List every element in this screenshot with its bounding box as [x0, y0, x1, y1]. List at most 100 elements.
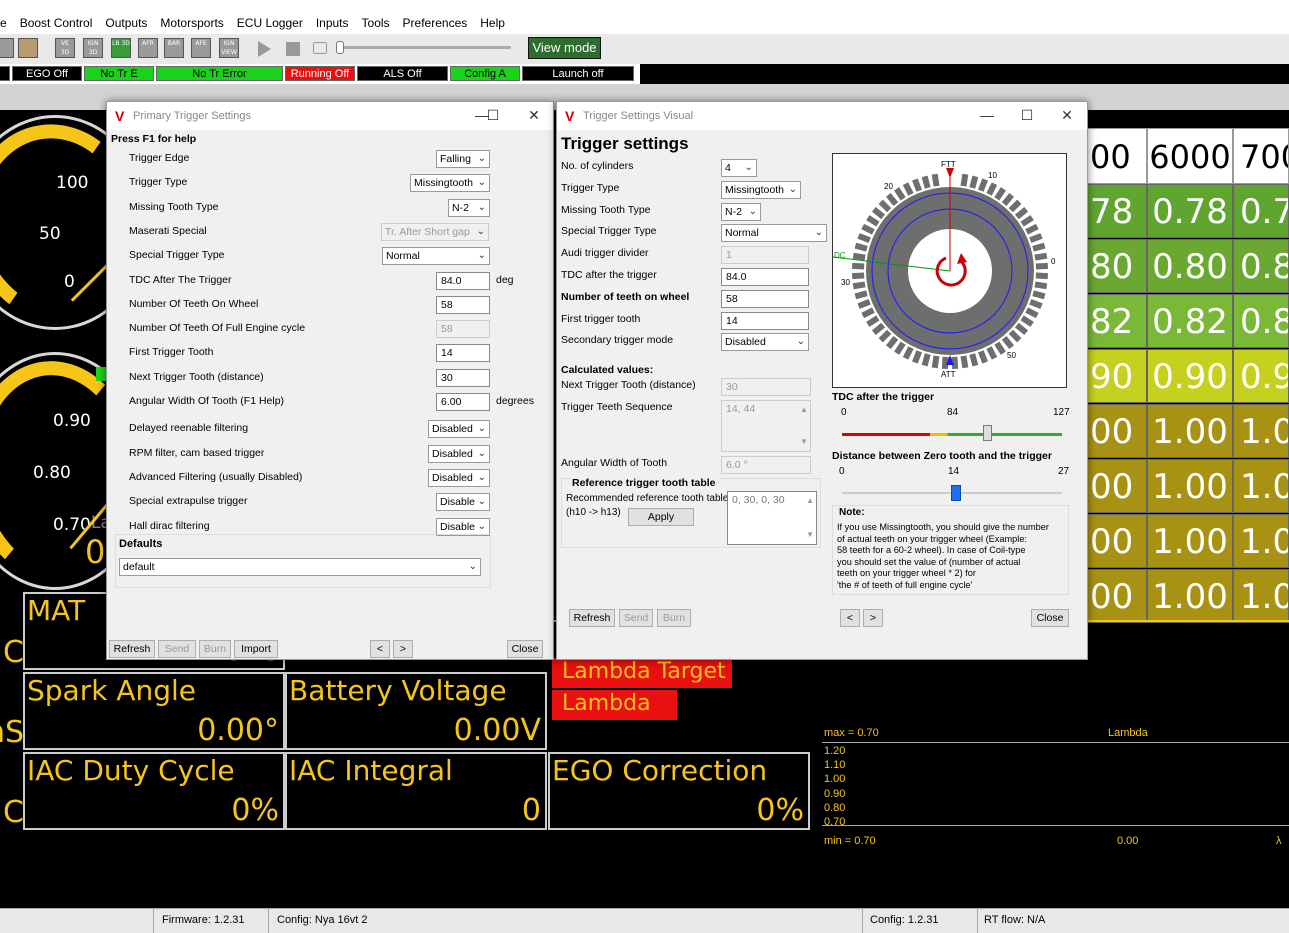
- refresh-button[interactable]: Refresh: [569, 609, 615, 627]
- defaults-select[interactable]: default ⌄: [119, 558, 481, 576]
- ign-table-button[interactable]: IGN 3D: [83, 38, 103, 58]
- table-cell[interactable]: 0.9: [1233, 349, 1289, 403]
- close-button[interactable]: Close: [1031, 609, 1069, 627]
- field-select[interactable]: N-2 ⌄: [448, 198, 490, 217]
- ign-view-button[interactable]: IGN VIEW: [219, 38, 239, 58]
- field-select[interactable]: 4 ⌄: [721, 159, 757, 177]
- playback-slider-track[interactable]: [336, 46, 511, 49]
- field-select[interactable]: Normal ⌄: [382, 247, 490, 266]
- menu-boost-control[interactable]: Boost Control: [20, 16, 93, 30]
- afr-button[interactable]: AFR: [138, 38, 158, 58]
- table-cell[interactable]: 1.00: [1147, 514, 1233, 568]
- table-cell[interactable]: 1.0: [1233, 404, 1289, 458]
- table-cell[interactable]: 1.00: [1147, 404, 1233, 458]
- menu-ecu-logger[interactable]: ECU Logger: [237, 16, 303, 30]
- apply-button[interactable]: Apply: [628, 508, 694, 526]
- refresh-button[interactable]: Refresh: [109, 640, 155, 658]
- chart-tick: 0.70: [824, 816, 846, 828]
- table-cell[interactable]: 00: [1087, 404, 1147, 458]
- window-titlebar[interactable]: V Trigger Settings Visual — ☐ ✕: [557, 102, 1087, 130]
- afe-button[interactable]: AFE: [191, 38, 211, 58]
- window-titlebar[interactable]: V Primary Trigger Settings — ☐ ✕: [107, 102, 553, 130]
- play-icon[interactable]: [258, 41, 271, 57]
- field-input[interactable]: 58: [721, 289, 809, 308]
- bar-button[interactable]: BAR: [164, 38, 184, 58]
- menu-preferences[interactable]: Preferences: [403, 16, 468, 30]
- view-mode-button[interactable]: View mode: [528, 37, 601, 59]
- field-select[interactable]: Disabled ⌄: [428, 420, 490, 439]
- table-cell[interactable]: 1.00: [1147, 569, 1233, 623]
- table-cell[interactable]: 0.90: [1147, 349, 1233, 403]
- table-cell[interactable]: 1.0: [1233, 514, 1289, 568]
- table-cell[interactable]: 82: [1087, 294, 1147, 348]
- table-cell[interactable]: 78: [1087, 184, 1147, 238]
- lambda-table-button[interactable]: LB 3D: [111, 38, 131, 58]
- send-button[interactable]: Send: [158, 640, 196, 658]
- table-cell[interactable]: 0.78: [1147, 184, 1233, 238]
- field-select[interactable]: Disable ⌄: [436, 493, 490, 512]
- ref-label: Recommended reference tooth table: [566, 493, 729, 504]
- field-input[interactable]: 58: [436, 295, 490, 314]
- burn-button[interactable]: Burn: [199, 640, 231, 658]
- burn-button[interactable]: Burn: [657, 609, 691, 627]
- table-cell[interactable]: 1.0: [1233, 569, 1289, 623]
- ref-value[interactable]: 0, 30, 0, 30 ▲ ▼: [727, 491, 817, 545]
- table-cell[interactable]: 90: [1087, 349, 1147, 403]
- field-select[interactable]: Falling ⌄: [436, 150, 490, 168]
- field-select[interactable]: Disabled ⌄: [428, 468, 490, 487]
- table-cell[interactable]: 0.7: [1233, 184, 1289, 238]
- send-button[interactable]: Send: [619, 609, 653, 627]
- maximize-icon[interactable]: ☐: [483, 107, 503, 124]
- field-input[interactable]: 14: [436, 344, 490, 363]
- field-input[interactable]: 30: [436, 368, 490, 387]
- distance-slider-knob[interactable]: [951, 485, 962, 501]
- log-icon[interactable]: [313, 42, 327, 54]
- field-select[interactable]: N-2 ⌄: [721, 202, 761, 221]
- stop-icon[interactable]: [286, 42, 300, 56]
- close-button[interactable]: Close: [507, 640, 543, 658]
- field-input[interactable]: 14: [721, 311, 809, 330]
- close-icon[interactable]: ✕: [1057, 107, 1077, 124]
- toolbar-icon[interactable]: [0, 38, 14, 58]
- playback-slider-knob[interactable]: [336, 41, 344, 54]
- table-cell[interactable]: 1.0: [1233, 459, 1289, 513]
- field-select[interactable]: Normal ⌄: [721, 224, 827, 243]
- next-button[interactable]: >: [393, 640, 413, 658]
- tdc-slider-track[interactable]: [842, 433, 1062, 436]
- table-cell[interactable]: 1.00: [1147, 459, 1233, 513]
- prev-button[interactable]: <: [840, 609, 860, 627]
- table-cell[interactable]: 00: [1087, 569, 1147, 623]
- tdc-slider-knob[interactable]: [983, 425, 993, 441]
- menu-tools[interactable]: Tools: [362, 16, 390, 30]
- field-input[interactable]: 84.0: [436, 271, 490, 290]
- engine-icon[interactable]: [18, 38, 38, 58]
- menu-inputs[interactable]: Inputs: [316, 16, 349, 30]
- menu-outputs[interactable]: Outputs: [105, 16, 147, 30]
- table-cell[interactable]: 80: [1087, 239, 1147, 293]
- close-icon[interactable]: ✕: [524, 107, 544, 124]
- field-label: Special Trigger Type: [561, 225, 657, 238]
- table-cell[interactable]: 0.80: [1147, 239, 1233, 293]
- maximize-icon[interactable]: ☐: [1017, 107, 1037, 124]
- table-cell[interactable]: 00: [1087, 459, 1147, 513]
- toolbar: VE 3D IGN 3D LB 3D AFR BAR AFE IGN VIEW: [0, 34, 1289, 64]
- ve-table-button[interactable]: VE 3D: [55, 38, 75, 58]
- table-cell[interactable]: 0.8: [1233, 294, 1289, 348]
- menu-motorsports[interactable]: Motorsports: [160, 16, 223, 30]
- field-input[interactable]: 84.0: [721, 268, 809, 286]
- field-select[interactable]: Missingtooth ⌄: [410, 174, 490, 193]
- prev-button[interactable]: <: [370, 640, 390, 658]
- menu-item[interactable]: e: [0, 16, 7, 30]
- field-select[interactable]: Disable ⌄: [436, 517, 490, 536]
- table-cell[interactable]: 00: [1087, 514, 1147, 568]
- menu-help[interactable]: Help: [480, 16, 505, 30]
- table-cell[interactable]: 0.82: [1147, 294, 1233, 348]
- field-select[interactable]: Missingtooth ⌄: [721, 180, 801, 199]
- import-button[interactable]: Import: [234, 640, 278, 658]
- next-button[interactable]: >: [863, 609, 883, 627]
- table-cell[interactable]: 0.8: [1233, 239, 1289, 293]
- field-select[interactable]: Disabled ⌄: [428, 444, 490, 463]
- minimize-icon[interactable]: —: [977, 107, 997, 123]
- field-select[interactable]: Disabled ⌄: [721, 333, 809, 352]
- field-input[interactable]: 6.00: [436, 393, 490, 411]
